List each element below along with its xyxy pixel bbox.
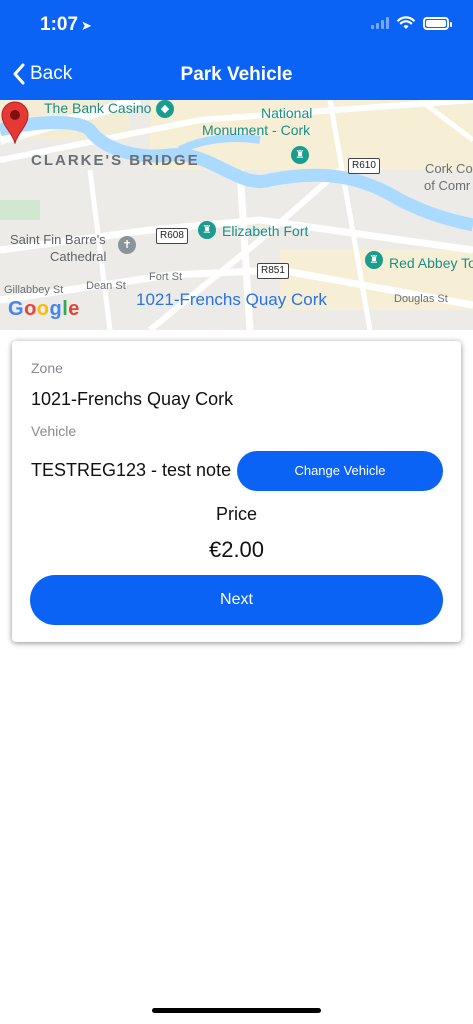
road-badge-r610: R610 [348, 158, 380, 174]
map-label-cork-2: of Comr [424, 178, 471, 193]
home-indicator[interactable] [152, 1008, 321, 1013]
fort-icon: ♜ [198, 221, 216, 239]
parking-details-card: Zone 1021-Frenchs Quay Cork Vehicle TEST… [12, 341, 461, 642]
map-label-zone: 1021-Frenchs Quay Cork [136, 290, 327, 309]
map-label-fort-st: Fort St [149, 271, 183, 283]
map-label-national-monument-1: National [261, 105, 313, 121]
map-pin-icon[interactable] [0, 100, 30, 144]
casino-icon: ◆ [156, 100, 174, 118]
location-arrow-icon: ➤ [81, 18, 92, 33]
signal-icon [371, 17, 389, 29]
price-value: €2.00 [208, 537, 265, 562]
navigation-bar: 1:07 ➤ Back Park Vehicle [0, 0, 473, 100]
map-label-national-monument-2: Monument - Cork [202, 122, 311, 138]
page-title: Park Vehicle [180, 64, 293, 85]
map-label-saint-fin-2: Cathedral [50, 249, 107, 264]
road-badge-r851: R851 [257, 263, 289, 279]
map-label-saint-fin-1: Saint Fin Barre's [10, 232, 106, 247]
map-label-clarkes-bridge: CLARKE'S BRIDGE [31, 152, 200, 169]
zone-map[interactable]: The Bank Casino ◆ National Monument - Co… [0, 100, 473, 330]
map-label-red-abbey: Red Abbey To [389, 255, 473, 271]
next-button[interactable]: Next [30, 575, 443, 625]
map-label-bank-casino: The Bank Casino [44, 100, 152, 116]
vehicle-label: Vehicle [31, 423, 77, 439]
church-icon: ✝ [118, 236, 136, 254]
zone-value: 1021-Frenchs Quay Cork [31, 389, 234, 409]
map-label-douglas-st: Douglas St [394, 293, 448, 305]
map-label-dean-st: Dean St [86, 280, 126, 292]
map-label-elizabeth-fort: Elizabeth Fort [222, 223, 309, 239]
change-vehicle-button[interactable]: Change Vehicle [237, 451, 443, 491]
monument-icon: ♜ [291, 146, 309, 164]
tower-icon: ♜ [365, 251, 383, 269]
battery-icon [423, 16, 452, 30]
google-logo: Google [8, 298, 80, 320]
road-badge-r608: R608 [156, 228, 188, 244]
map-label-cork-1: Cork Co [425, 161, 473, 176]
zone-label: Zone [31, 360, 63, 376]
map-label-gillabbey-st: Gillabbey St [4, 284, 64, 296]
status-time: 1:07 ➤ [40, 14, 92, 35]
status-icons [371, 16, 452, 30]
vehicle-value: TESTREG123 - test note [31, 460, 232, 480]
wifi-icon [397, 16, 415, 29]
price-label: Price [215, 504, 257, 524]
